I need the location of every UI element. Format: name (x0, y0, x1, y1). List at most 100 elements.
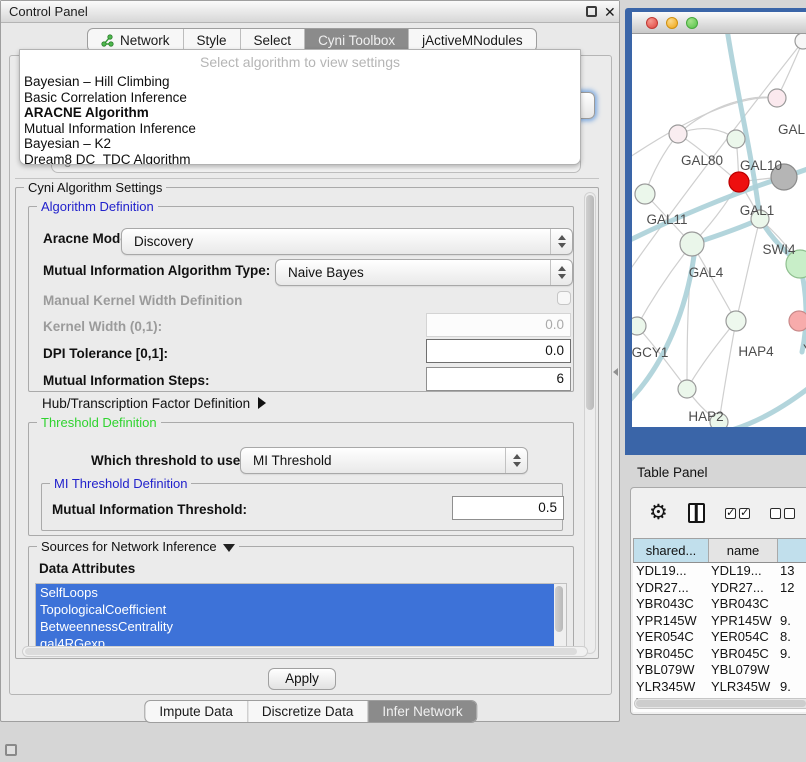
column-visibility-icon[interactable] (688, 503, 705, 523)
table-row[interactable]: YER054CYER054C8. (633, 629, 806, 646)
mi-type-value: Naive Bayes (288, 265, 364, 280)
data-attribute-item[interactable]: TopologicalCoefficient (36, 601, 566, 618)
table-row[interactable]: YDL19...YDL19...13 (633, 563, 806, 580)
network-node[interactable] (795, 34, 806, 49)
algorithm-option[interactable]: Mutual Information Inference (20, 121, 580, 137)
node-label: GAL (778, 122, 806, 137)
tab-jactivemnodules[interactable]: jActiveMNodules (409, 29, 536, 51)
mi-steps-field[interactable]: 6 (426, 367, 571, 391)
network-node[interactable] (669, 125, 687, 143)
network-node[interactable] (729, 172, 749, 192)
algorithm-option[interactable]: ARACNE Algorithm (20, 105, 580, 121)
network-node[interactable] (726, 311, 746, 331)
network-edge-highlighted (727, 34, 806, 275)
kernel-width-field[interactable]: 0.0 (426, 313, 571, 337)
network-canvas[interactable]: GALGAL80GAL10GAL1GAL11SWI4GAL4GCY1HAP4YH… (632, 34, 806, 427)
close-window-button[interactable] (646, 17, 658, 29)
mi-threshold-group-title: MI Threshold Definition (50, 476, 191, 491)
algorithm-definition-group: Algorithm Definition Aracne Mode: Discov… (28, 206, 574, 392)
close-icon[interactable]: ✕ (604, 2, 616, 22)
settings-vertical-scrollbar[interactable] (584, 192, 596, 654)
mi-algorithm-type-select[interactable]: Naive Bayes (275, 259, 573, 286)
deselect-all-icon[interactable] (770, 508, 795, 519)
node-label: HAP2 (688, 409, 723, 424)
table-row[interactable]: YBR043CYBR043C (633, 596, 806, 613)
tab-cyni-toolbox[interactable]: Cyni Toolbox (305, 29, 409, 51)
data-attribute-item[interactable]: BetweennessCentrality (36, 618, 566, 635)
scrollbar-thumb[interactable] (555, 586, 563, 632)
hub-tf-definition-label: Hub/Transcription Factor Definition (42, 396, 250, 411)
expanded-arrow-icon (223, 544, 235, 552)
column-header[interactable]: shared... (634, 539, 709, 562)
algorithm-option[interactable]: Bayesian – Hill Climbing (20, 74, 580, 90)
tab-cyni-toolbox-label: Cyni Toolbox (318, 33, 395, 48)
node-table: shared...nameA YDL19...YDL19...13YDR27..… (633, 538, 806, 712)
algorithm-option[interactable]: Dream8 DC_TDC Algorithm (20, 152, 580, 166)
network-node[interactable] (678, 380, 696, 398)
table-row[interactable]: YBR045CYBR045C9. (633, 646, 806, 663)
unchecked-box-icon (784, 508, 795, 519)
sources-group-title[interactable]: Sources for Network Inference (37, 539, 239, 554)
table-cell: 13 (777, 563, 806, 580)
hub-tf-definition-toggle[interactable]: Hub/Transcription Factor Definition (42, 396, 266, 411)
network-edge (678, 97, 777, 134)
mi-steps-label: Mutual Information Steps: (43, 373, 210, 388)
network-node[interactable] (789, 311, 806, 331)
network-node[interactable] (635, 184, 655, 204)
table-row[interactable]: YPR145WYPR145W9. (633, 613, 806, 630)
bottom-tab-discretize-data[interactable]: Discretize Data (248, 701, 369, 722)
node-label: GAL80 (681, 153, 723, 168)
table-cell: YBL079W (633, 662, 708, 679)
scrollbar-thumb[interactable] (586, 195, 594, 410)
mi-threshold-field[interactable]: 0.5 (452, 496, 564, 520)
settings-horizontal-scrollbar[interactable] (22, 646, 588, 657)
which-threshold-select[interactable]: MI Threshold (240, 447, 528, 474)
zoom-window-button[interactable] (686, 17, 698, 29)
table-row[interactable]: YLR345WYLR345W9. (633, 679, 806, 696)
table-cell: 12 (777, 580, 806, 597)
aracne-mode-select[interactable]: Discovery (121, 228, 573, 255)
collapsed-panel-icon[interactable] (5, 744, 17, 756)
scrollbar-thumb[interactable] (636, 700, 806, 707)
table-cell (777, 596, 806, 613)
column-header[interactable]: name (709, 539, 778, 562)
apply-button[interactable]: Apply (268, 668, 336, 690)
tab-select[interactable]: Select (241, 29, 306, 51)
table-cell: YLR345W (633, 679, 708, 696)
table-horizontal-scrollbar[interactable] (634, 698, 806, 709)
table-panel: ⚙ shared...nameA YDL19...YDL19...13YDR27… (630, 487, 806, 715)
algorithm-option[interactable]: Bayesian – K2 (20, 136, 580, 152)
unchecked-box-icon (770, 508, 781, 519)
table-cell: 9. (777, 646, 806, 663)
node-label: GAL10 (740, 158, 782, 173)
data-attribute-item[interactable]: SelfLoops (36, 584, 566, 601)
algorithm-dropdown-placeholder: Select algorithm to view settings (20, 50, 580, 74)
table-cell: YDR27... (633, 580, 708, 597)
tab-network[interactable]: Network (88, 29, 184, 51)
attributes-scrollbar[interactable] (554, 584, 566, 652)
float-panel-icon[interactable] (586, 6, 597, 17)
bottom-tab-impute-data[interactable]: Impute Data (145, 701, 248, 722)
table-row[interactable]: YDR27...YDR27...12 (633, 580, 806, 597)
column-header[interactable]: A (778, 539, 806, 562)
network-edge (736, 219, 760, 321)
manual-kernel-width-checkbox[interactable] (557, 291, 571, 305)
algorithm-option[interactable]: Basic Correlation Inference (20, 90, 580, 106)
gear-icon[interactable]: ⚙ (649, 503, 668, 523)
table-cell: YPR145W (633, 613, 708, 630)
tab-style[interactable]: Style (184, 29, 241, 51)
network-node[interactable] (727, 130, 745, 148)
network-node[interactable] (680, 232, 704, 256)
table-cell (777, 662, 806, 679)
dpi-tolerance-field[interactable]: 0.0 (426, 339, 571, 363)
splitpane-collapse-arrow[interactable] (613, 368, 618, 376)
scrollbar-thumb[interactable] (25, 648, 577, 655)
network-node[interactable] (632, 317, 646, 335)
network-node[interactable] (768, 89, 786, 107)
select-all-icon[interactable] (725, 508, 750, 519)
which-threshold-value: MI Threshold (253, 453, 332, 468)
bottom-tab-infer-network[interactable]: Infer Network (368, 701, 476, 722)
network-view-window: GALGAL80GAL10GAL1GAL11SWI4GAL4GCY1HAP4YH… (625, 8, 806, 455)
minimize-window-button[interactable] (666, 17, 678, 29)
table-row[interactable]: YBL079WYBL079W (633, 662, 806, 679)
